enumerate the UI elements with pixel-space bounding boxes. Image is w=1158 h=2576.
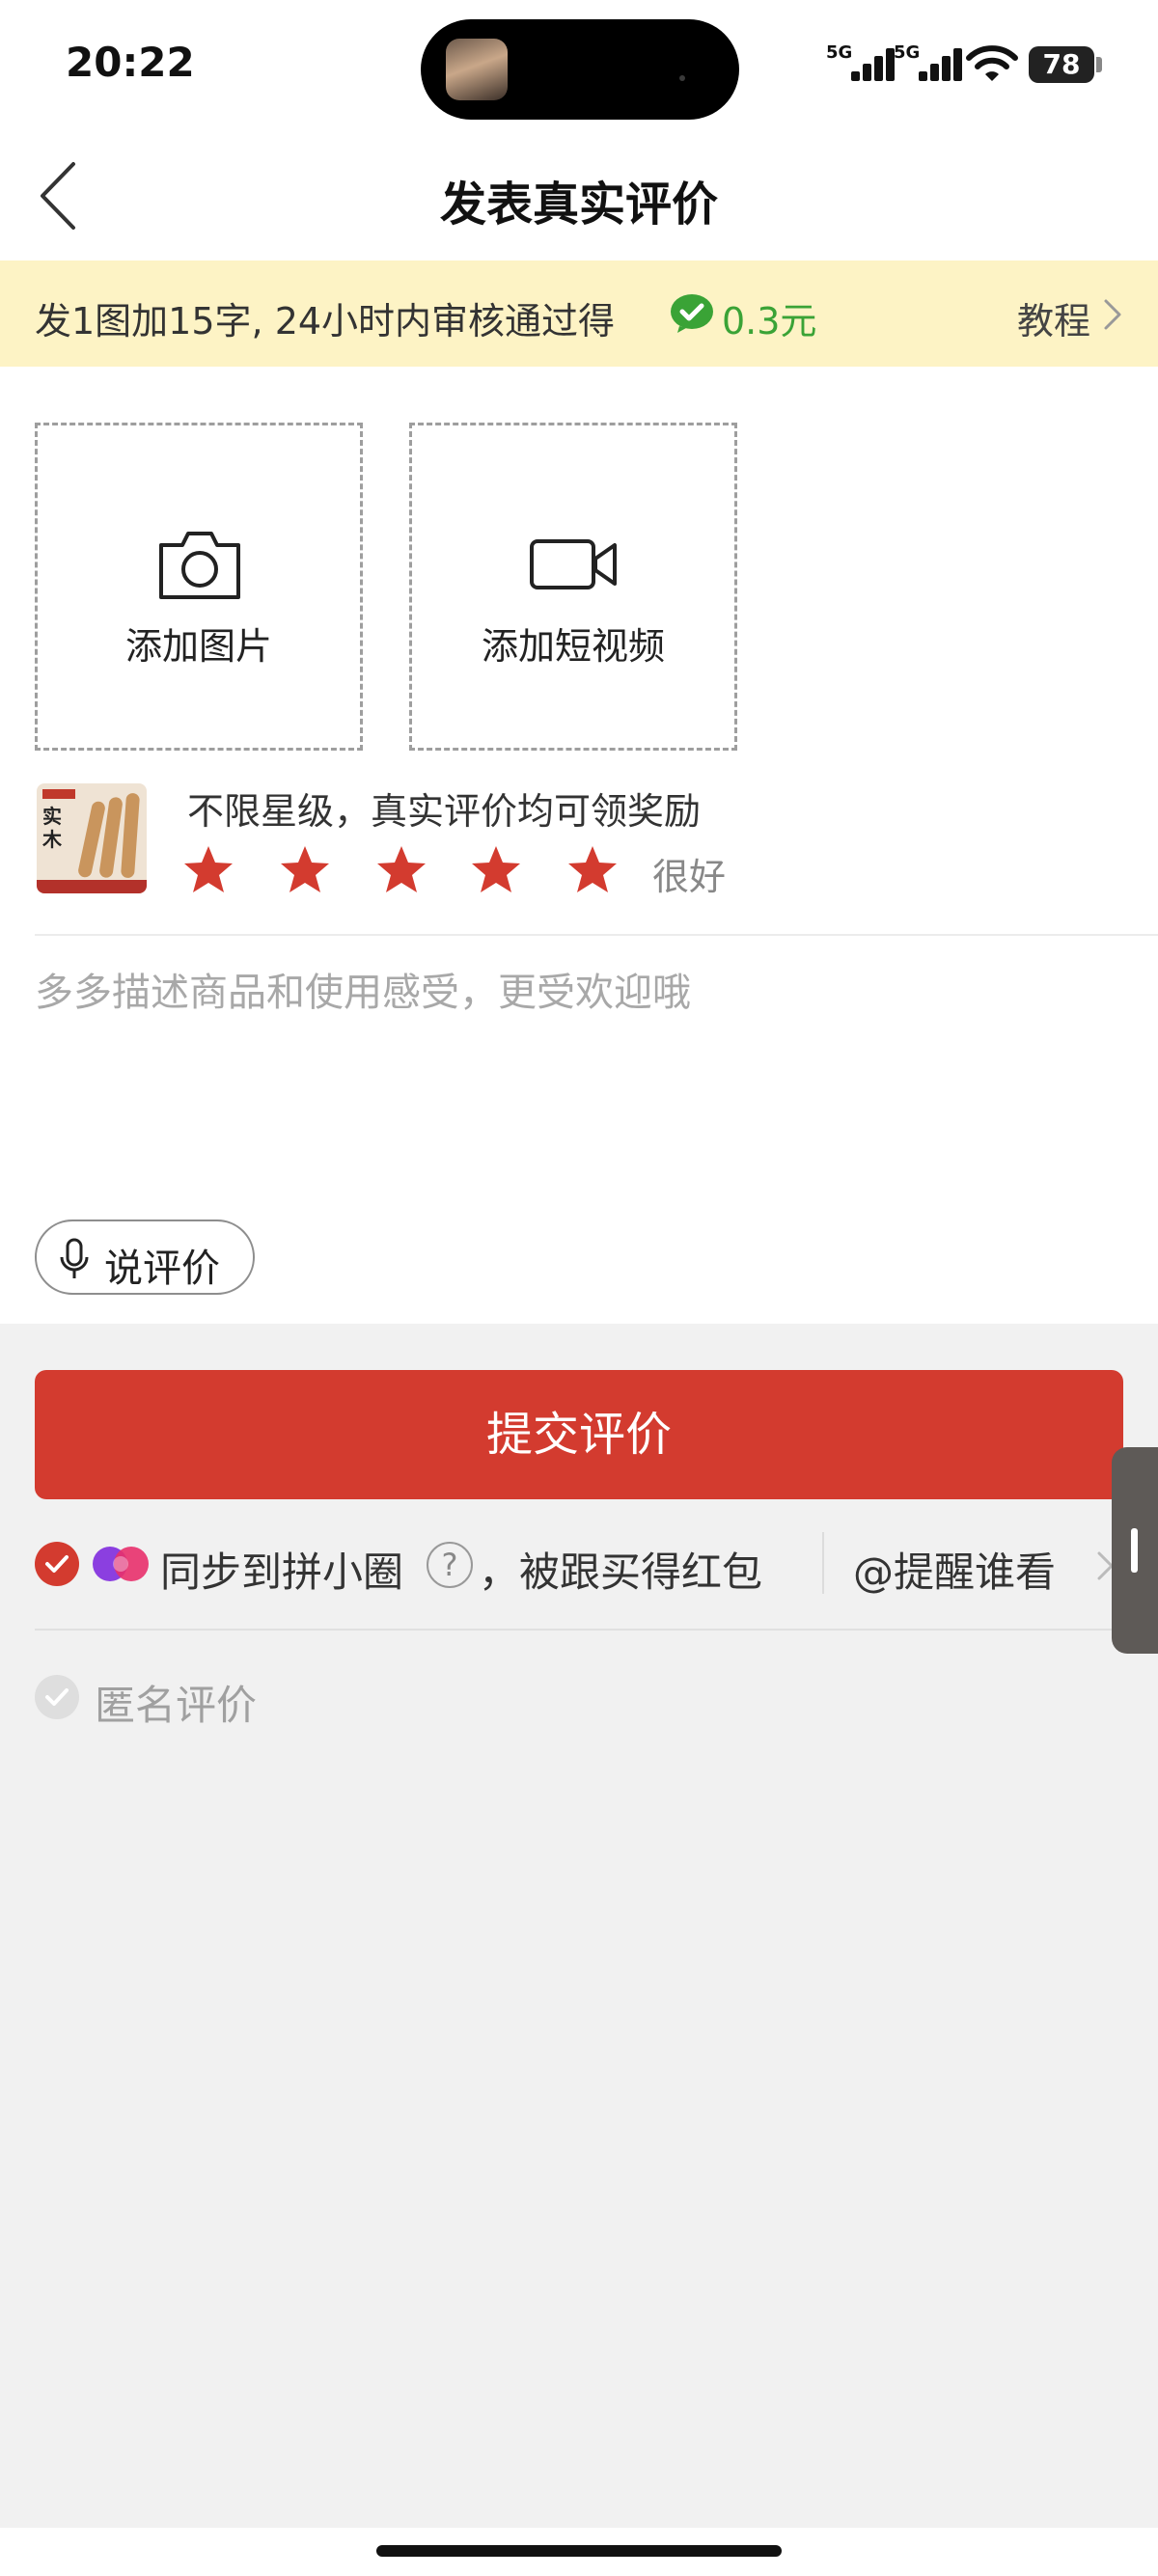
divider [822, 1532, 824, 1594]
thumbnail-tag [42, 789, 75, 799]
banner-text: 发1图加15字, 24小时内审核通过得 [35, 300, 616, 343]
wifi-icon [966, 45, 1018, 81]
star-icon[interactable] [565, 843, 620, 897]
divider [35, 1629, 1158, 1631]
review-textarea[interactable] [35, 961, 1123, 1212]
camera-icon [159, 532, 240, 599]
check-icon [45, 1555, 69, 1573]
island-indicator [679, 75, 685, 81]
signal-1-label: 5G [826, 42, 853, 63]
reward-banner: 发1图加15字, 24小时内审核通过得 0.3元 教程 [0, 260, 1158, 367]
microphone-icon [60, 1238, 89, 1278]
anonymous-label[interactable]: 匿名评价 [95, 1673, 257, 1732]
add-image-label: 添加图片 [124, 625, 272, 668]
star-icon[interactable] [374, 843, 428, 897]
sync-suffix: ，被跟买得红包 [479, 1548, 763, 1596]
status-time: 20:22 [66, 39, 195, 86]
star-icon[interactable] [181, 843, 235, 897]
star-icon[interactable] [469, 843, 523, 897]
voice-review-button[interactable]: 说评价 [35, 1219, 255, 1295]
thumbnail-footer [37, 880, 147, 893]
avatar [446, 39, 508, 100]
signal-2-label: 5G [894, 42, 921, 63]
side-drawer-handle[interactable] [1112, 1447, 1158, 1654]
handle-bar [1131, 1528, 1138, 1573]
check-icon [45, 1688, 69, 1706]
signal-icon: 5G [826, 42, 895, 81]
sync-checkbox[interactable] [35, 1542, 79, 1586]
video-camera-icon [530, 539, 617, 589]
sync-label[interactable]: 同步到拼小圈 [160, 1540, 403, 1599]
dynamic-island [421, 19, 739, 120]
nav-bar: 发表真实评价 [0, 131, 1158, 260]
anonymous-checkbox[interactable] [35, 1675, 79, 1719]
add-video-button[interactable]: 添加短视频 [409, 423, 737, 751]
voice-review-label: 说评价 [104, 1247, 220, 1291]
sync-options-row: 同步到拼小圈 ? ，被跟买得红包 @提醒谁看 [0, 1532, 1158, 1596]
rating-hint: 不限星级，真实评价均可领奖励 [187, 790, 702, 833]
divider [35, 934, 1158, 936]
help-icon[interactable]: ? [427, 1542, 473, 1588]
battery-icon: 78 [1029, 46, 1094, 83]
add-image-button[interactable]: 添加图片 [35, 423, 363, 751]
thumbnail-word: 实木 [42, 805, 62, 851]
chevron-right-icon[interactable] [1100, 297, 1123, 332]
star-icon[interactable] [278, 843, 332, 897]
tutorial-link[interactable]: 教程 [1017, 291, 1090, 344]
product-thumbnail: 实木 [37, 783, 147, 893]
mention-button[interactable]: @提醒谁看 [853, 1540, 1056, 1599]
reward-amount: 0.3元 [722, 300, 817, 343]
review-card: 添加图片 添加短视频 实木 不限星级，真实评价均可领奖励 很好 说评价 [0, 367, 1158, 1324]
signal-icon: 5G [894, 42, 962, 81]
page-title: 发表真实评价 [439, 178, 718, 232]
rating-label: 很好 [652, 856, 727, 898]
add-video-label: 添加短视频 [481, 625, 665, 668]
pinxiaoquan-icon [93, 1547, 149, 1581]
status-bar: 20:22 5G 5G 78 [0, 0, 1158, 131]
submit-button[interactable]: 提交评价 [35, 1370, 1123, 1499]
wechat-pay-icon [671, 294, 713, 333]
battery-tip [1096, 57, 1102, 72]
home-indicator[interactable] [376, 2545, 782, 2557]
